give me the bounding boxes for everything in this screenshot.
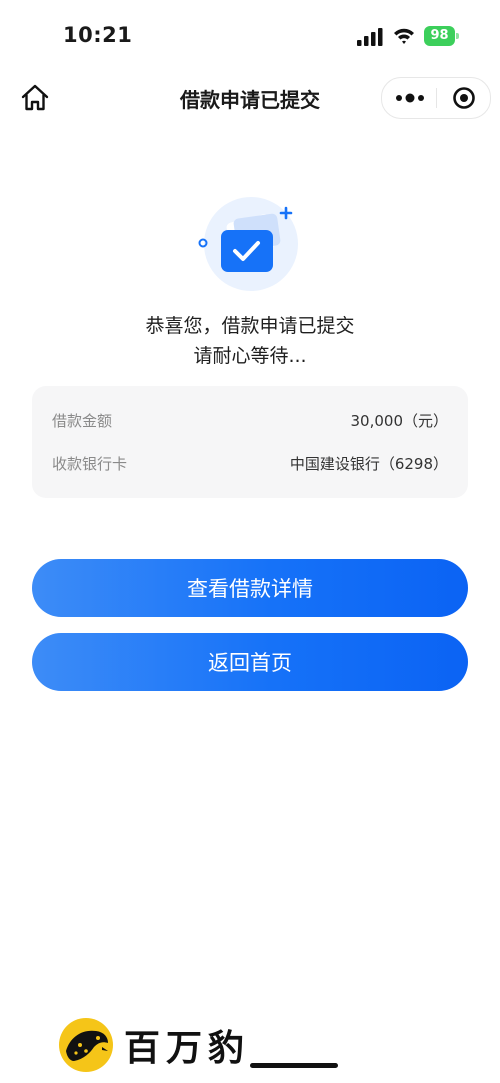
- wait-message: 请耐心等待...: [193, 345, 307, 367]
- bank-card-row: 收款银行卡 中国建设银行（6298）: [52, 453, 448, 475]
- leopard-logo: [59, 1018, 113, 1072]
- wifi-icon: [394, 28, 414, 44]
- battery-tip: [456, 33, 459, 39]
- status-time: 10:21: [63, 23, 133, 47]
- bank-card-label: 收款银行卡: [52, 455, 128, 473]
- status-bar: 10:21 98: [0, 0, 500, 70]
- success-message: 恭喜您，借款申请已提交: [145, 315, 355, 337]
- bank-card-value: 中国建设银行（6298）: [289, 455, 448, 473]
- home-indicator: [250, 1063, 338, 1068]
- close-mini-program-icon[interactable]: [437, 78, 490, 118]
- view-loan-details-button[interactable]: 查看借款详情: [32, 559, 468, 617]
- submitted-card-icon: [198, 197, 298, 291]
- brand-name: 百万豹: [124, 1027, 251, 1069]
- battery-icon: 98: [424, 26, 460, 46]
- battery-level: 98: [424, 26, 455, 46]
- loan-info-card: 借款金额 30,000（元） 收款银行卡 中国建设银行（6298）: [32, 386, 468, 498]
- cellular-signal-icon: [357, 28, 383, 46]
- loan-amount-label: 借款金额: [52, 412, 113, 430]
- more-options-icon[interactable]: [382, 78, 436, 118]
- nav-bar: 借款申请已提交: [0, 70, 500, 126]
- loan-amount-value: 30,000（元）: [350, 412, 449, 430]
- back-to-home-button[interactable]: 返回首页: [32, 633, 468, 691]
- loan-amount-row: 借款金额 30,000（元）: [52, 410, 448, 432]
- mini-program-capsule: [381, 77, 491, 119]
